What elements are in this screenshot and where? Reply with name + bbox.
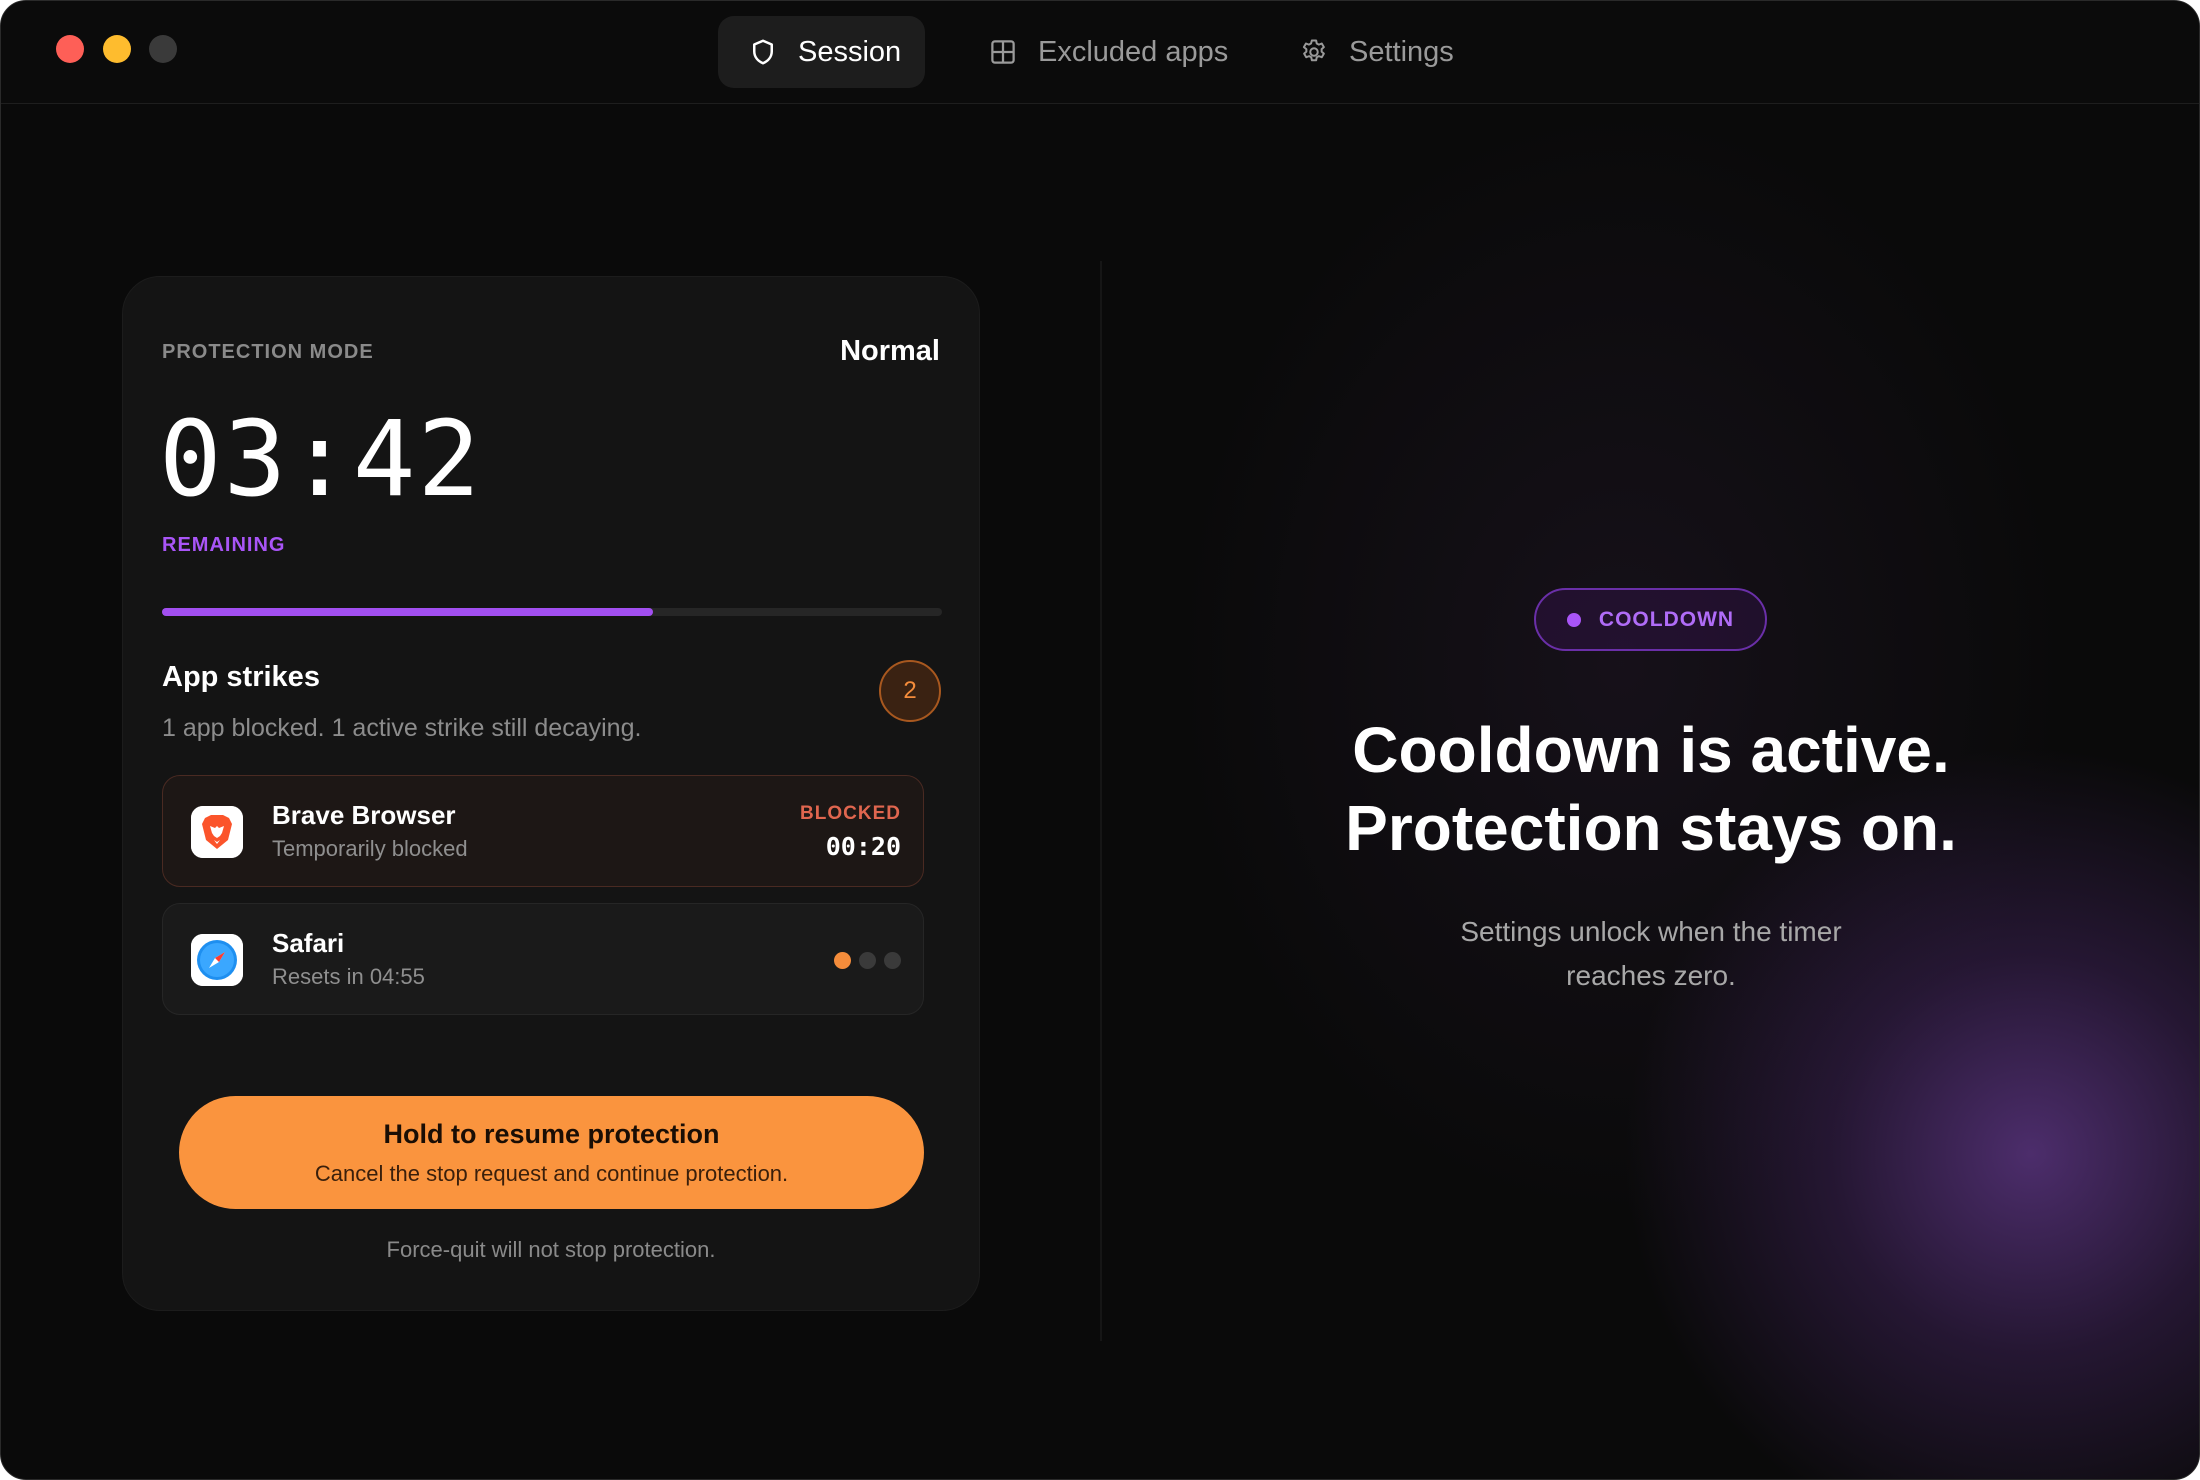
protection-mode-value[interactable]: Normal (840, 335, 940, 368)
strike-dots (834, 952, 901, 969)
protection-mode-label: PROTECTION MODE (162, 341, 374, 363)
countdown-timer: 03:42 (159, 398, 483, 520)
tab-excluded-apps[interactable]: Excluded apps (958, 16, 1258, 88)
headline-line-1: Cooldown is active. (1352, 714, 1950, 786)
zoom-window-button[interactable] (149, 35, 177, 63)
tab-session-label: Session (798, 35, 902, 68)
hold-button-subtitle: Cancel the stop request and continue pro… (314, 1161, 789, 1186)
strikes-count-badge: 2 (879, 660, 941, 722)
subtext-line-2: reaches zero. (1566, 960, 1736, 991)
app-name: Safari (272, 928, 345, 958)
grid-icon (988, 37, 1018, 67)
headline-line-2: Protection stays on. (1345, 792, 1957, 864)
safari-compass-icon (191, 934, 243, 986)
strike-dot (859, 952, 876, 969)
progress-bar-fill (162, 608, 654, 616)
subtext-line-1: Settings unlock when the timer (1460, 916, 1842, 947)
cooldown-badge: COOLDOWN (1534, 588, 1767, 651)
cooldown-headline: Cooldown is active. Protection stays on. (1251, 711, 2051, 867)
hold-to-resume-button[interactable]: Hold to resume protection Cancel the sto… (179, 1096, 924, 1209)
force-quit-note: Force-quit will not stop protection. (386, 1237, 716, 1262)
cooldown-subtext: Settings unlock when the timer reaches z… (1351, 910, 1951, 998)
close-window-button[interactable] (56, 35, 84, 63)
strike-dot (834, 952, 851, 969)
brave-lion-icon (191, 806, 243, 858)
app-row-brave[interactable]: Brave Browser Temporarily blocked BLOCKE… (162, 775, 924, 887)
app-status: Temporarily blocked (272, 836, 468, 861)
tab-excluded-apps-label: Excluded apps (1038, 35, 1229, 68)
app-strikes-title: App strikes (162, 661, 320, 693)
hold-button-title: Hold to resume protection (383, 1119, 720, 1149)
remaining-label: REMAINING (162, 534, 286, 556)
status-dot (1566, 612, 1581, 627)
minimize-window-button[interactable] (103, 35, 131, 63)
blocked-timer: 00:20 (825, 832, 901, 861)
app-window: Session Excluded apps Settings PROTECTIO… (0, 0, 2200, 1480)
progress-bar (162, 608, 942, 616)
app-status: Resets in 04:55 (272, 964, 425, 989)
panel-divider (1100, 261, 1102, 1341)
session-card: PROTECTION MODE Normal 03:42 REMAINING A… (122, 276, 980, 1311)
tab-session[interactable]: Session (718, 16, 925, 88)
gear-icon (1299, 37, 1329, 67)
blocked-badge: BLOCKED (800, 803, 901, 824)
shield-icon (748, 37, 778, 67)
title-bar: Session Excluded apps Settings (1, 1, 2199, 104)
app-strikes-summary: 1 app blocked. 1 active strike still dec… (162, 714, 642, 742)
app-row-safari[interactable]: Safari Resets in 04:55 (162, 903, 924, 1015)
strike-dot (884, 952, 901, 969)
cooldown-badge-label: COOLDOWN (1598, 607, 1735, 631)
app-name: Brave Browser (272, 800, 456, 830)
tab-settings-label: Settings (1349, 35, 1454, 68)
tab-settings[interactable]: Settings (1269, 16, 1484, 88)
